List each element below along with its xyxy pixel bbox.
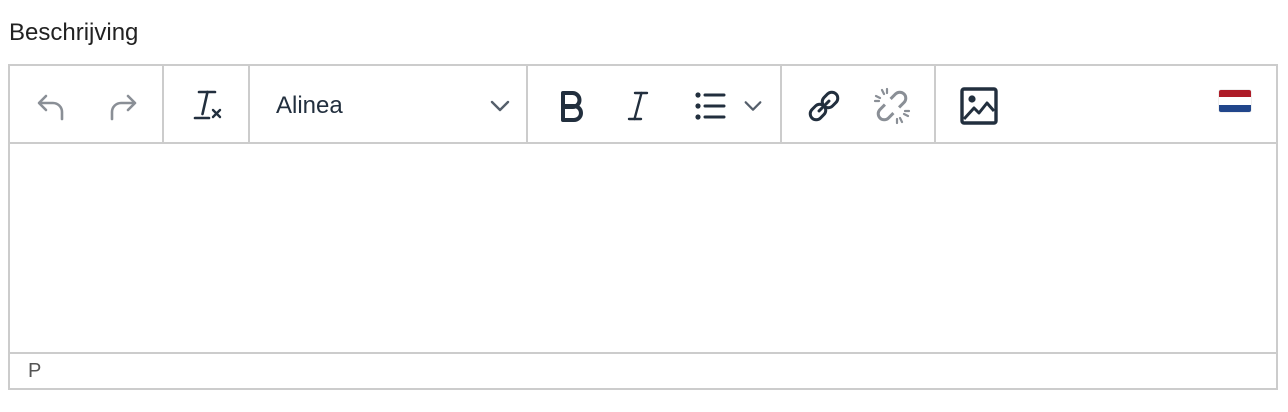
italic-icon bbox=[627, 91, 649, 121]
history-group bbox=[10, 66, 164, 142]
bold-icon bbox=[561, 91, 583, 122]
bullet-list-button[interactable] bbox=[690, 86, 770, 126]
link-icon bbox=[808, 90, 840, 122]
editor-statusbar: P bbox=[10, 352, 1276, 388]
link-group bbox=[782, 66, 936, 142]
block-format-select[interactable]: Alinea bbox=[272, 86, 512, 126]
remove-link-button[interactable] bbox=[868, 86, 916, 126]
chevron-down-icon bbox=[490, 100, 510, 112]
redo-icon bbox=[110, 94, 137, 121]
block-format-value: Alinea bbox=[276, 92, 343, 119]
media-group bbox=[936, 66, 1022, 142]
netherlands-flag-icon bbox=[1219, 90, 1251, 112]
element-path[interactable]: P bbox=[28, 358, 41, 384]
flag-stripe-white bbox=[1219, 97, 1251, 105]
flag-stripe-blue bbox=[1219, 104, 1251, 112]
rich-text-editor: Alinea P bbox=[8, 64, 1278, 390]
bold-button[interactable] bbox=[547, 86, 595, 126]
insert-link-button[interactable] bbox=[800, 86, 848, 126]
italic-button[interactable] bbox=[614, 86, 662, 126]
insert-image-button[interactable] bbox=[955, 86, 1003, 126]
remove-format-icon bbox=[193, 90, 222, 120]
undo-icon bbox=[37, 94, 64, 121]
language-toggle[interactable] bbox=[1219, 90, 1251, 112]
bullet-list-icon bbox=[695, 92, 726, 120]
undo-button[interactable] bbox=[27, 86, 75, 126]
chevron-down-icon bbox=[744, 101, 762, 111]
flag-stripe-red bbox=[1219, 90, 1251, 98]
field-label: Beschrijving bbox=[9, 19, 139, 46]
block-format-group: Alinea bbox=[250, 66, 528, 142]
clear-formatting-button[interactable] bbox=[183, 86, 231, 126]
unlink-icon bbox=[873, 87, 911, 125]
image-icon bbox=[960, 87, 998, 125]
clear-format-group bbox=[164, 66, 250, 142]
editor-toolbar: Alinea bbox=[10, 66, 1276, 144]
editor-content-area[interactable] bbox=[10, 144, 1276, 352]
formatting-group bbox=[528, 66, 782, 142]
redo-button[interactable] bbox=[99, 86, 147, 126]
